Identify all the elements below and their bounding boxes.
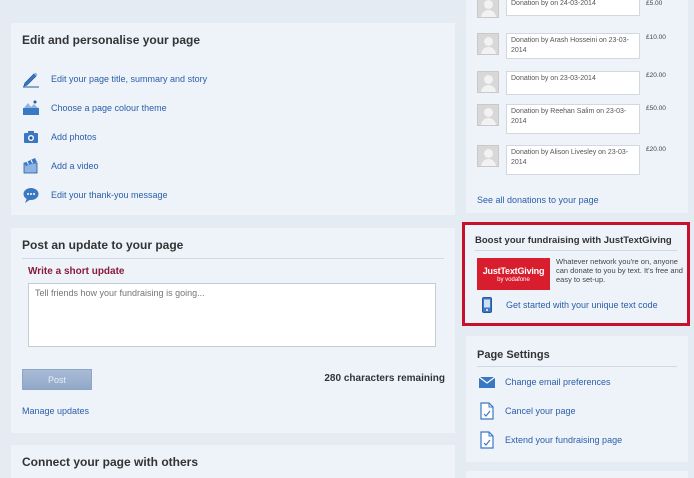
donation-text: Donation by on 24-03-2014 bbox=[506, 0, 640, 16]
logo-line-2: by vodafone bbox=[497, 276, 530, 283]
donation-amount: £10.00 bbox=[646, 34, 666, 41]
donation-amount: £20.00 bbox=[646, 72, 666, 79]
choose-colour-theme-label: Choose a page colour theme bbox=[51, 103, 167, 113]
settings-panel-title: Page Settings bbox=[477, 349, 550, 361]
edit-panel-title: Edit and personalise your page bbox=[22, 33, 201, 47]
page-settings-panel: Page Settings Change email preferences C… bbox=[466, 336, 688, 462]
donation-amount: £50.00 bbox=[646, 105, 666, 112]
post-panel-divider bbox=[22, 258, 444, 259]
extend-fundraising-page-label: Extend your fundraising page bbox=[505, 435, 623, 445]
donor-avatar bbox=[477, 104, 499, 126]
cancel-page-link[interactable]: Cancel your page bbox=[478, 402, 576, 420]
settings-panel-divider bbox=[477, 366, 677, 367]
camera-icon bbox=[21, 127, 41, 147]
donor-avatar bbox=[477, 33, 499, 55]
donor-avatar bbox=[477, 0, 499, 18]
extend-fundraising-page-link[interactable]: Extend your fundraising page bbox=[478, 431, 622, 449]
document-icon bbox=[478, 431, 496, 449]
see-all-donations-link[interactable]: See all donations to your page bbox=[477, 195, 599, 205]
mobile-phone-icon bbox=[482, 297, 492, 313]
add-video-label: Add a video bbox=[51, 161, 99, 171]
edit-personalise-panel: Edit and personalise your page Edit your… bbox=[11, 23, 455, 215]
get-started-text-code-link[interactable]: Get started with your unique text code bbox=[506, 300, 658, 310]
change-email-preferences-link[interactable]: Change email preferences bbox=[478, 373, 611, 391]
connect-panel-title: Connect your page with others bbox=[22, 455, 199, 469]
donation-amount: £5.00 bbox=[646, 0, 663, 7]
edit-thank-you-label: Edit your thank-you message bbox=[51, 190, 168, 200]
donation-text: Donation by Reehan Salim on 23-03-2014 bbox=[506, 104, 640, 134]
donations-panel: Donation by on 24-03-2014 £5.00 Donation… bbox=[466, 0, 688, 213]
boost-panel-divider bbox=[475, 250, 677, 251]
connect-panel: Connect your page with others bbox=[11, 445, 455, 478]
pencil-icon bbox=[21, 69, 41, 89]
envelope-icon bbox=[478, 373, 496, 391]
logo-line-1: JustTextGiving bbox=[482, 265, 545, 276]
fundraising-page: Edit and personalise your page Edit your… bbox=[0, 0, 694, 478]
speech-bubble-icon bbox=[21, 185, 41, 205]
add-photos-label: Add photos bbox=[51, 132, 97, 142]
manage-updates-link[interactable]: Manage updates bbox=[22, 406, 89, 416]
donation-amount: £20.00 bbox=[646, 146, 666, 153]
document-icon bbox=[478, 402, 496, 420]
donor-avatar bbox=[477, 145, 499, 167]
characters-remaining: 280 characters remaining bbox=[324, 373, 445, 384]
boost-panel-title: Boost your fundraising with JustTextGivi… bbox=[475, 235, 672, 246]
post-update-panel: Post an update to your page Write a shor… bbox=[11, 228, 455, 433]
next-panel-edge bbox=[466, 471, 688, 478]
edit-page-title-label: Edit your page title, summary and story bbox=[51, 74, 208, 84]
palette-icon bbox=[21, 98, 41, 118]
edit-thank-you-link[interactable]: Edit your thank-you message bbox=[21, 185, 168, 205]
add-video-link[interactable]: Add a video bbox=[21, 156, 99, 176]
post-panel-title: Post an update to your page bbox=[22, 238, 184, 252]
post-button[interactable]: Post bbox=[22, 369, 92, 390]
cancel-page-label: Cancel your page bbox=[505, 406, 576, 416]
update-textarea[interactable] bbox=[28, 283, 436, 347]
donation-text: Donation by Arash Hosseini on 23-03-2014 bbox=[506, 33, 640, 59]
donation-text: Donation by Alison Livesley on 23-03-201… bbox=[506, 145, 640, 175]
donor-avatar bbox=[477, 71, 499, 93]
boost-fundraising-panel: Boost your fundraising with JustTextGivi… bbox=[462, 222, 690, 326]
add-photos-link[interactable]: Add photos bbox=[21, 127, 97, 147]
boost-description: Whatever network you're on, anyone can d… bbox=[556, 257, 683, 284]
write-update-label: Write a short update bbox=[28, 266, 125, 277]
choose-colour-theme-link[interactable]: Choose a page colour theme bbox=[21, 98, 167, 118]
change-email-preferences-label: Change email preferences bbox=[505, 377, 611, 387]
edit-page-title-link[interactable]: Edit your page title, summary and story bbox=[21, 69, 207, 89]
donation-text: Donation by on 23-03-2014 bbox=[506, 71, 640, 95]
video-icon bbox=[21, 156, 41, 176]
justtextgiving-logo: JustTextGiving by vodafone bbox=[477, 258, 550, 290]
